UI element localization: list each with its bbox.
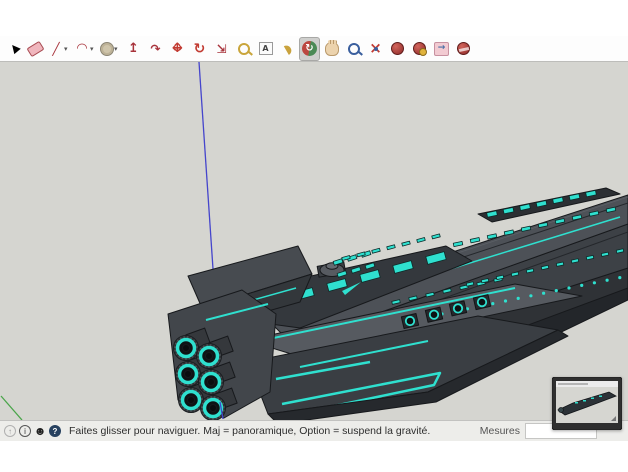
- status-user-icon[interactable]: ☻: [34, 424, 47, 438]
- scale-button[interactable]: ⇲: [211, 37, 232, 61]
- viewport[interactable]: [0, 61, 628, 425]
- zoom-extents-button[interactable]: ×: [365, 37, 386, 61]
- text-button[interactable]: A: [255, 37, 276, 61]
- zoom-extents-icon: ×: [369, 39, 382, 57]
- status-help-icon[interactable]: ?: [49, 425, 61, 437]
- titlebar: [0, 0, 628, 36]
- follow-me-icon: ↷: [150, 41, 161, 56]
- push-pull-icon: ↥: [128, 41, 139, 56]
- tape-measure-button[interactable]: [233, 37, 254, 61]
- get-models-icon: [413, 42, 427, 56]
- text-icon: A: [258, 42, 273, 55]
- shapes-button[interactable]: ▾: [99, 37, 122, 61]
- get-models-button[interactable]: [409, 37, 430, 61]
- paint-bucket-button[interactable]: ◗: [277, 37, 298, 61]
- orbit-icon: ↻: [302, 41, 317, 56]
- status-nav-icon[interactable]: ↑: [4, 425, 16, 437]
- eraser-icon: [26, 40, 45, 57]
- push-pull-button[interactable]: ↥: [123, 37, 144, 61]
- move-button[interactable]: [167, 37, 188, 61]
- share-model-button[interactable]: →: [431, 37, 452, 61]
- move-icon: [170, 41, 186, 57]
- shapes-icon: [100, 41, 114, 56]
- tape-measure-icon: [237, 42, 250, 55]
- zoom-button[interactable]: [343, 37, 364, 61]
- line-button[interactable]: ╱ ▾: [47, 37, 72, 61]
- scale-icon: ⇲: [216, 41, 227, 56]
- select-button[interactable]: ▶: [3, 37, 24, 61]
- extension-warehouse-button[interactable]: [453, 37, 474, 61]
- arc-dropdown-caret[interactable]: ▾: [90, 45, 97, 53]
- toolbar: ▶╱▾◠▾▾↥↷↻⇲A◗↻×→: [0, 36, 628, 62]
- status-icons: ↑ i ☻?: [4, 424, 61, 438]
- orbit-button[interactable]: ↻: [299, 36, 320, 61]
- shapes-dropdown-caret[interactable]: ▾: [114, 45, 121, 53]
- preview-thumbnail-image: [551, 376, 623, 431]
- status-info-icon[interactable]: i: [19, 425, 31, 437]
- share-model-icon: →: [434, 41, 449, 56]
- extension-warehouse-icon: [457, 42, 470, 55]
- pan-button[interactable]: [321, 37, 342, 61]
- arc-icon: ◠: [77, 41, 87, 56]
- status-message: Faites glisser pour naviguer. Maj = pano…: [69, 425, 431, 437]
- line-dropdown-caret[interactable]: ▾: [64, 45, 71, 53]
- pan-icon: [324, 39, 339, 56]
- follow-me-button[interactable]: ↷: [145, 37, 166, 61]
- sketchup-window: ▶╱▾◠▾▾↥↷↻⇲A◗↻×→: [0, 0, 628, 472]
- bottom-margin: [0, 441, 628, 472]
- paint-bucket-icon: ◗: [280, 40, 295, 57]
- model-canvas: [0, 61, 628, 425]
- zoom-icon: [347, 42, 360, 55]
- eraser-button[interactable]: [25, 37, 46, 61]
- rotate-button[interactable]: ↻: [189, 37, 210, 61]
- 3d-warehouse-button[interactable]: [387, 37, 408, 61]
- select-icon: ▶: [5, 41, 22, 56]
- measurements-label: Mesures: [479, 425, 520, 437]
- rotate-icon: ↻: [193, 40, 206, 57]
- preview-thumbnail-window[interactable]: [551, 376, 623, 431]
- line-icon: ╱: [52, 41, 60, 56]
- 3d-warehouse-icon: [391, 42, 404, 55]
- arc-button[interactable]: ◠ ▾: [73, 37, 98, 61]
